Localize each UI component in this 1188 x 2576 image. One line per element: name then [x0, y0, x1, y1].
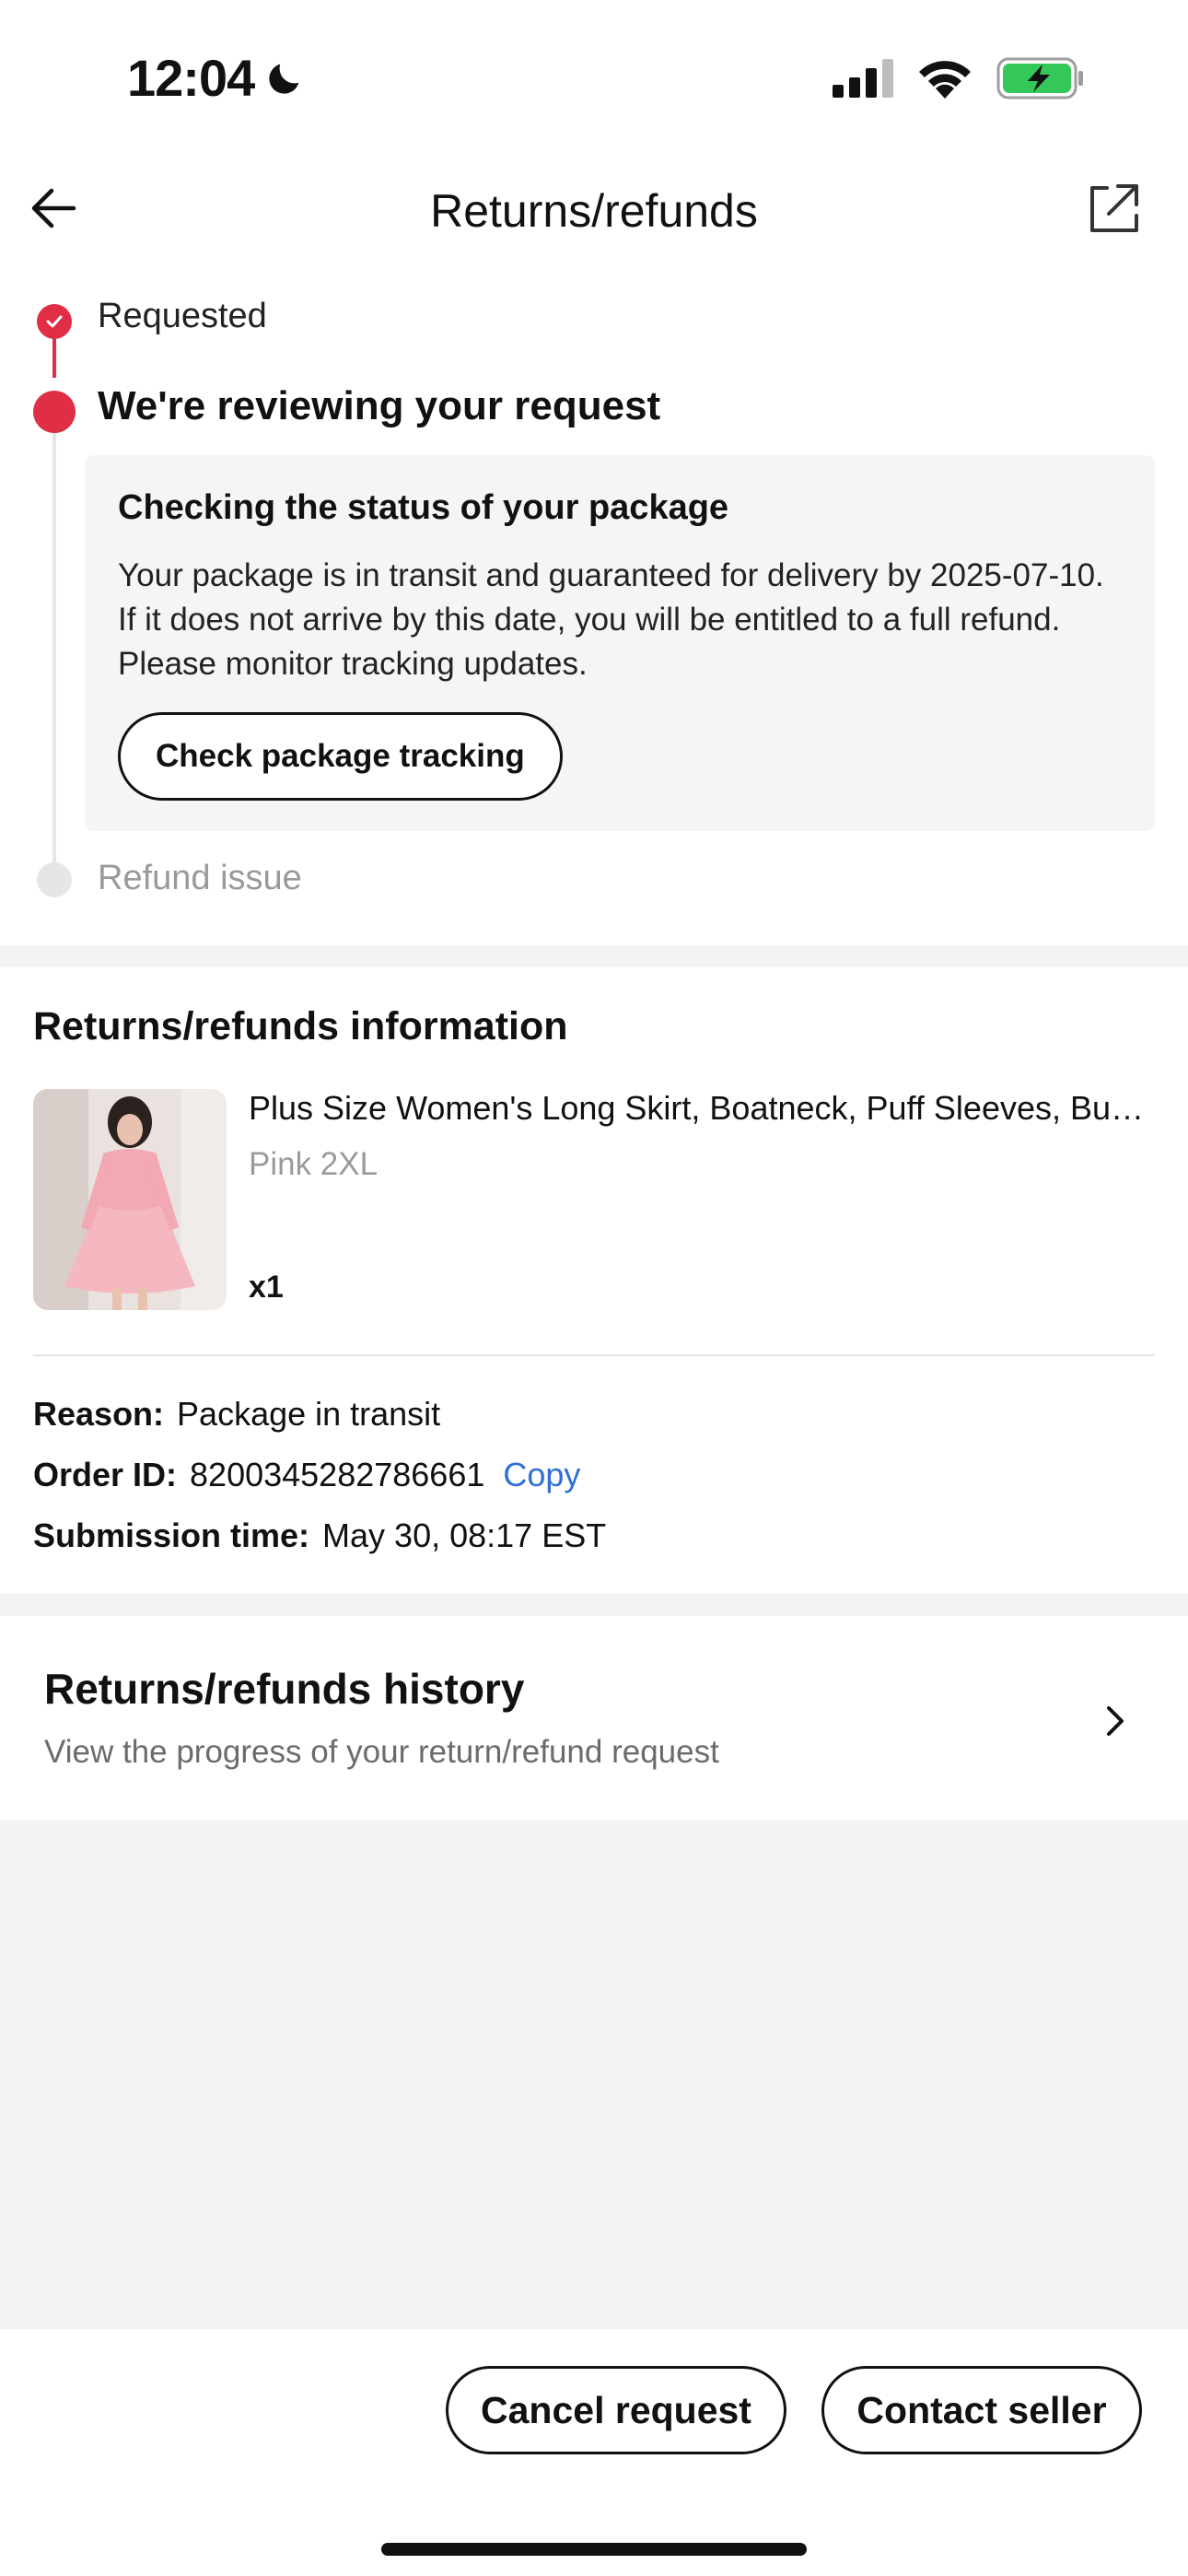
- timeline-pending-dot: [37, 862, 72, 897]
- section-divider: [0, 945, 1188, 967]
- timeline-step-requested: Requested: [98, 297, 267, 335]
- section-title: Returns/refunds information: [33, 1004, 568, 1048]
- history-title: Returns/refunds history: [44, 1665, 525, 1713]
- battery-charging-icon: [996, 57, 1083, 100]
- reason-value: Package in transit: [177, 1395, 441, 1433]
- reason-label: Reason:: [33, 1395, 165, 1433]
- product-image[interactable]: [33, 1089, 227, 1310]
- status-card-body: Your package is in transit and guarantee…: [118, 557, 1104, 682]
- timeline-connector-pending: [52, 409, 56, 870]
- order-id-label: Order ID:: [33, 1456, 178, 1493]
- refund-history-row[interactable]: Returns/refunds history View the progres…: [0, 1616, 1188, 1821]
- submission-time-label: Submission time:: [33, 1516, 310, 1554]
- timeline-current-dot: [33, 391, 76, 433]
- nav-bar: Returns/refunds: [0, 157, 1188, 267]
- divider: [33, 1354, 1155, 1356]
- copy-order-id-link[interactable]: Copy: [503, 1456, 580, 1494]
- status-time: 12:04: [127, 48, 306, 108]
- timeline-step-refund-issue: Refund issue: [98, 859, 302, 897]
- status-card: Checking the status of your package Your…: [85, 455, 1155, 831]
- share-icon[interactable]: [1085, 179, 1144, 238]
- chevron-right-icon: [1107, 1706, 1124, 1736]
- moon-icon: [269, 64, 299, 94]
- status-icons: [833, 57, 1085, 100]
- product-variant: Pink 2XL: [249, 1146, 379, 1182]
- status-card-title: Checking the status of your package: [118, 488, 729, 527]
- refund-info-section: Returns/refunds information Plus Size Wo…: [0, 967, 1188, 1594]
- order-id-row: Order ID: 8200345282786661 Copy: [33, 1456, 580, 1494]
- cancel-request-button[interactable]: Cancel request: [446, 2366, 786, 2454]
- submission-time-value: May 30, 08:17 EST: [322, 1516, 607, 1554]
- home-indicator[interactable]: [381, 2543, 807, 2556]
- contact-seller-button[interactable]: Contact seller: [821, 2366, 1142, 2454]
- product-quantity: x1: [249, 1270, 284, 1305]
- empty-area: [0, 1821, 1188, 2327]
- status-time-text: 12:04: [127, 49, 255, 107]
- page-title: Returns/refunds: [430, 185, 758, 237]
- check-icon: [37, 304, 72, 339]
- section-divider: [0, 1594, 1188, 1616]
- wifi-icon: [919, 61, 971, 99]
- check-tracking-button[interactable]: Check package tracking: [118, 712, 563, 801]
- reason-row: Reason: Package in transit: [33, 1395, 440, 1434]
- history-subtitle: View the progress of your return/refund …: [44, 1734, 719, 1770]
- progress-timeline: Requested We're reviewing your request C…: [0, 286, 1188, 945]
- status-bar: 12:04: [0, 0, 1188, 157]
- order-id-value: 8200345282786661: [190, 1456, 485, 1493]
- product-name[interactable]: Plus Size Women's Long Skirt, Boatneck, …: [249, 1089, 1151, 1128]
- submission-time-row: Submission time: May 30, 08:17 EST: [33, 1516, 606, 1555]
- timeline-step-reviewing: We're reviewing your request: [98, 383, 661, 428]
- bottom-action-bar: Cancel request Contact seller: [0, 2327, 1188, 2576]
- cellular-signal-icon: [833, 59, 893, 98]
